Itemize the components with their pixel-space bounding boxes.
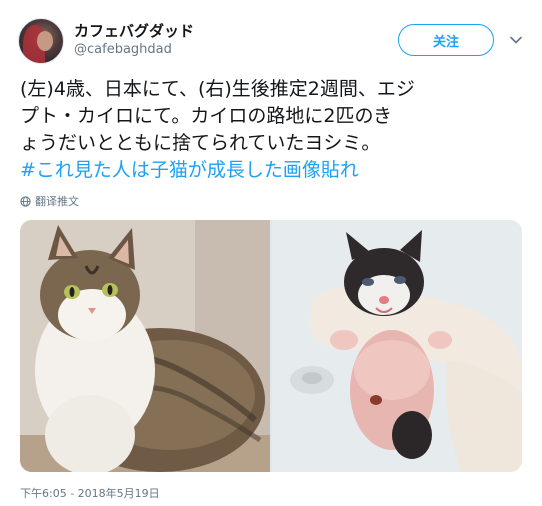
chevron-down-icon[interactable] bbox=[509, 33, 523, 47]
author-avatar[interactable] bbox=[18, 18, 64, 64]
translate-tweet-link[interactable]: 翻译推文 bbox=[20, 193, 79, 209]
adult-cat-photo[interactable] bbox=[20, 220, 270, 472]
translate-label: 翻译推文 bbox=[35, 195, 79, 208]
hashtag-link[interactable]: #これ見た人は子猫が成長した画像貼れ bbox=[20, 157, 528, 184]
author-display-name[interactable]: カフェバグダッド bbox=[74, 20, 194, 41]
tweet-text-line: プト・カイロにて。カイロの路地に2匹のき bbox=[20, 105, 392, 127]
tweet-text-line: ょうだいとともに捨てられていたヨシミ。 bbox=[20, 132, 381, 154]
tweet-card: カフェバグダッド @cafebaghdad 关注 (左)4歳、日本にて、(右)生… bbox=[0, 0, 542, 506]
kitten-photo[interactable] bbox=[272, 220, 522, 472]
author-handle[interactable]: @cafebaghdad bbox=[74, 42, 172, 57]
adult-cat-drawing bbox=[20, 220, 270, 472]
media-grid bbox=[20, 220, 522, 472]
follow-button[interactable]: 关注 bbox=[398, 24, 494, 56]
tweet-text-line: (左)4歳、日本にて、(右)生後推定2週間、エジ bbox=[20, 78, 415, 100]
globe-icon bbox=[20, 195, 31, 207]
avatar-face bbox=[37, 31, 53, 51]
tweet-timestamp[interactable]: 下午6:05 - 2018年5月19日 bbox=[20, 485, 160, 501]
tweet-text: (左)4歳、日本にて、(右)生後推定2週間、エジ プト・カイロにて。カイロの路地… bbox=[20, 76, 528, 184]
kitten-drawing bbox=[272, 220, 522, 472]
